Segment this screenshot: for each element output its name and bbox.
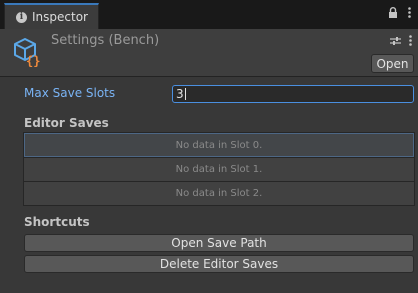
tab-inspector[interactable]: i Inspector (4, 3, 99, 29)
editor-saves-heading: Editor Saves (24, 116, 109, 130)
preset-sliders-icon[interactable] (390, 35, 401, 49)
max-save-slots-value: 3 (176, 87, 184, 101)
window-tab-bar: i Inspector (0, 0, 418, 29)
max-save-slots-label: Max Save Slots (24, 86, 116, 100)
kebab-menu-icon[interactable] (408, 7, 411, 21)
context-menu-icon[interactable] (409, 35, 412, 49)
save-slot-0[interactable]: No data in Slot 0. (24, 133, 414, 157)
inspector-header: {} Settings (Bench) Open (0, 29, 418, 77)
open-save-path-button[interactable]: Open Save Path (24, 234, 414, 252)
open-button[interactable]: Open (371, 54, 414, 73)
save-slot-1[interactable]: No data in Slot 1. (24, 157, 414, 181)
editor-saves-list: No data in Slot 0. No data in Slot 1. No… (23, 132, 415, 206)
text-caret (184, 88, 186, 100)
lock-icon[interactable] (388, 7, 398, 21)
max-save-slots-input[interactable]: 3 (172, 85, 414, 103)
scriptable-object-icon: {} (12, 35, 44, 70)
tab-controls (388, 7, 411, 21)
header-controls (390, 35, 412, 49)
asset-title: Settings (Bench) (51, 33, 160, 48)
tab-inspector-label: Inspector (32, 10, 88, 24)
svg-text:{}: {} (26, 54, 40, 67)
shortcuts-heading: Shortcuts (24, 215, 90, 229)
delete-editor-saves-button[interactable]: Delete Editor Saves (24, 255, 414, 273)
save-slot-2[interactable]: No data in Slot 2. (24, 181, 414, 205)
info-icon: i (16, 11, 27, 23)
